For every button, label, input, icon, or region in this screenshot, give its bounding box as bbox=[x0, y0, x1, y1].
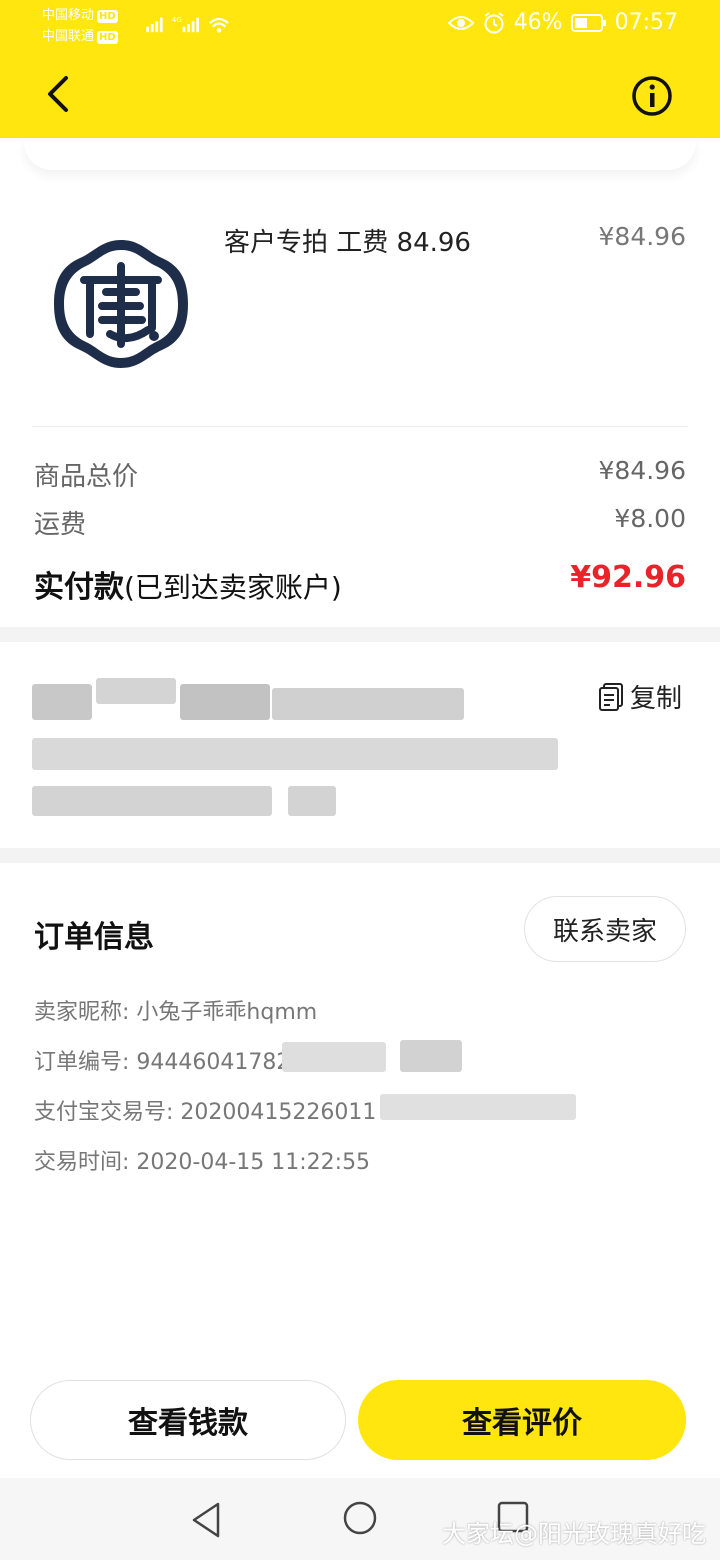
top-navbar bbox=[0, 52, 720, 138]
signal-icon: 4G bbox=[146, 15, 229, 33]
copy-address-button[interactable]: 复制 bbox=[598, 678, 682, 715]
carrier-info: 中国移动 HD 中国联通 HD bbox=[42, 5, 118, 47]
blurred-order-number bbox=[282, 1042, 386, 1072]
goods-total-value: ¥84.96 bbox=[598, 456, 686, 485]
section-gap bbox=[0, 627, 720, 642]
battery-percent: 46% bbox=[513, 10, 563, 35]
shipping-label: 运费 bbox=[34, 510, 87, 540]
divider bbox=[32, 426, 688, 427]
product-price: ¥84.96 bbox=[598, 222, 686, 251]
copy-icon bbox=[599, 682, 623, 711]
paid-label: 实付款 bbox=[34, 570, 124, 605]
alipay-trade-number: 支付宝交易号: 20200415226011 bbox=[34, 1100, 377, 1125]
status-bar: 中国移动 HD 中国联通 HD 4G 46% 07:57 bbox=[0, 0, 720, 52]
section-gap bbox=[0, 848, 720, 863]
goods-total-label: 商品总价 bbox=[34, 462, 139, 492]
paid-amount-value: ¥92.96 bbox=[570, 560, 686, 595]
back-icon[interactable] bbox=[40, 72, 80, 116]
eye-icon bbox=[447, 15, 474, 30]
status-right: 46% 07:57 bbox=[447, 10, 678, 35]
battery-icon bbox=[570, 13, 606, 32]
shipping-value: ¥8.00 bbox=[614, 504, 686, 533]
contact-seller-button[interactable]: 联系卖家 bbox=[524, 896, 686, 962]
paid-note: (已到达卖家账户) bbox=[124, 571, 342, 604]
hd-badge: HD bbox=[97, 31, 118, 44]
seller-nickname: 卖家昵称: 小兔子乖乖hqmm bbox=[34, 1000, 318, 1025]
carrier-1: 中国移动 bbox=[42, 8, 95, 23]
order-number: 订单编号: 94446041782 bbox=[34, 1050, 291, 1075]
info-icon[interactable] bbox=[630, 74, 674, 118]
watermark: 大家坛@阳光玫瑰真好吃 bbox=[442, 1520, 706, 1548]
clock: 07:57 bbox=[614, 10, 678, 35]
trade-time: 交易时间: 2020-04-15 11:22:55 bbox=[34, 1150, 371, 1175]
paid-amount-label: 实付款(已到达卖家账户) bbox=[34, 562, 342, 606]
hd-badge: HD bbox=[97, 10, 118, 23]
previous-card-edge bbox=[24, 138, 696, 170]
view-review-button[interactable]: 查看评价 bbox=[358, 1380, 686, 1460]
alarm-icon bbox=[484, 11, 504, 33]
copy-label: 复制 bbox=[630, 684, 683, 714]
view-money-button[interactable]: 查看钱款 bbox=[30, 1380, 346, 1460]
product-title[interactable]: 客户专拍 工费 84.96 bbox=[224, 222, 471, 259]
svg-text:4G: 4G bbox=[172, 15, 183, 24]
carrier-2: 中国联通 bbox=[42, 29, 95, 44]
blurred-order-number bbox=[400, 1040, 462, 1072]
nav-home-icon[interactable] bbox=[342, 1500, 378, 1536]
nav-back-icon[interactable] bbox=[188, 1500, 224, 1540]
blurred-trade-number bbox=[380, 1094, 576, 1120]
order-info-title: 订单信息 bbox=[34, 920, 154, 955]
shop-seal-logo[interactable] bbox=[50, 236, 192, 372]
